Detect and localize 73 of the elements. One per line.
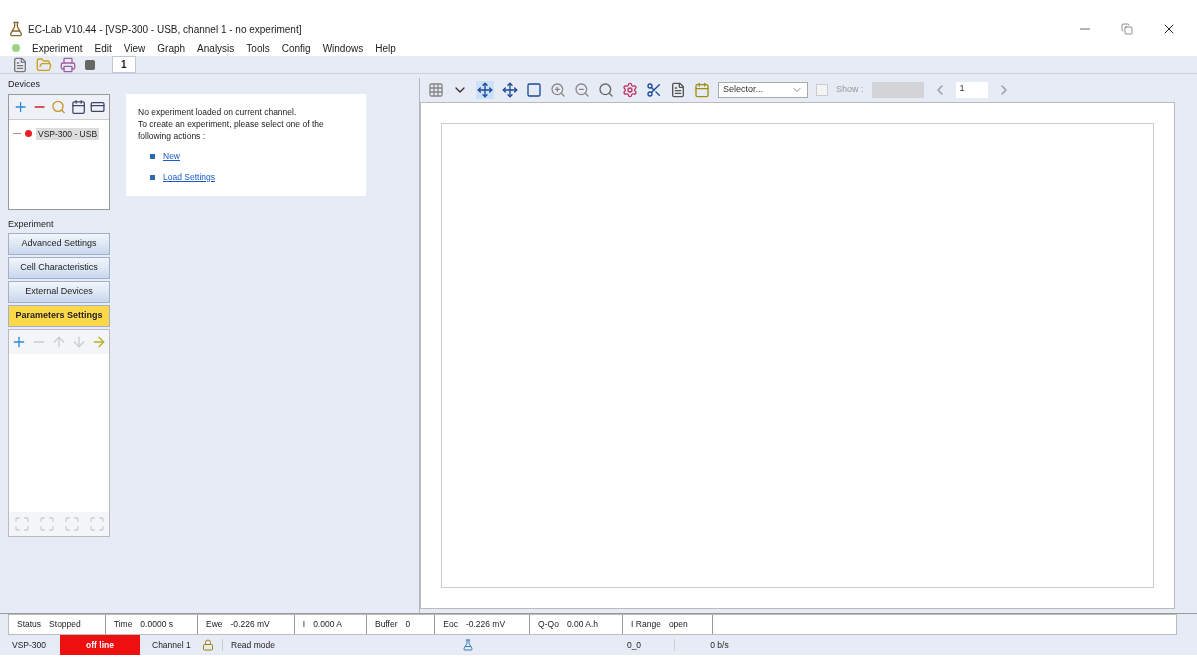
window-title: EC-Lab V10.44 - [VSP-300 - USB, channel 1 - no experiment] bbox=[28, 22, 302, 37]
menu-logo-icon bbox=[12, 44, 20, 52]
status-value: open bbox=[668, 618, 688, 631]
status-label: Buffer bbox=[374, 618, 398, 631]
status-value: Stopped bbox=[49, 618, 81, 631]
printer-icon[interactable] bbox=[60, 56, 76, 73]
menu-item[interactable]: Config bbox=[281, 40, 311, 56]
folder-icon[interactable] bbox=[36, 56, 52, 73]
status-label: Eoc bbox=[443, 618, 458, 631]
status-label: Ewe bbox=[206, 618, 223, 631]
action-link[interactable]: Load Settings bbox=[163, 170, 215, 184]
mode-label: Read mode bbox=[222, 638, 372, 652]
status-value: 0.000 A bbox=[313, 618, 342, 631]
menu-item[interactable]: Windows bbox=[322, 40, 364, 56]
show-checkbox[interactable] bbox=[816, 84, 828, 96]
select-box-icon[interactable] bbox=[526, 82, 542, 98]
zoom-icon[interactable] bbox=[598, 82, 614, 98]
down-arrow-icon[interactable] bbox=[71, 334, 87, 350]
restore-icon[interactable] bbox=[1121, 23, 1133, 35]
up-arrow-icon[interactable] bbox=[51, 334, 67, 350]
status-label: Q-Qo bbox=[538, 618, 559, 631]
menu-item[interactable]: Experiment bbox=[32, 40, 83, 56]
lock-icon bbox=[202, 639, 214, 651]
show-label: Show : bbox=[836, 83, 864, 97]
status-value: 0 bbox=[405, 618, 411, 631]
bullet-icon bbox=[150, 174, 155, 180]
stop-icon[interactable] bbox=[84, 58, 96, 71]
bullet-icon bbox=[150, 153, 155, 159]
message-text: To create an experiment, please select one of the following actions : bbox=[138, 118, 325, 142]
device-item[interactable]: VSP-300 - USB bbox=[36, 127, 100, 141]
status-label: I bbox=[302, 618, 306, 631]
grid-icon[interactable] bbox=[428, 82, 444, 98]
selector-dropdown[interactable]: Selector... bbox=[718, 82, 808, 98]
menu-item[interactable]: Edit bbox=[94, 40, 112, 56]
status-value: 0.0000 s bbox=[140, 618, 173, 631]
device-name: VSP-300 bbox=[11, 638, 48, 652]
menu-item[interactable]: Graph bbox=[157, 40, 186, 56]
document-icon[interactable] bbox=[12, 56, 28, 73]
connection-status: off line bbox=[60, 635, 140, 655]
zoom-in-icon[interactable] bbox=[550, 82, 566, 98]
section-label: Devices bbox=[8, 78, 41, 91]
add-icon[interactable] bbox=[11, 334, 27, 350]
menu-item[interactable]: Help bbox=[375, 40, 396, 56]
experiment-tab[interactable]: External Devices bbox=[8, 281, 110, 303]
tool-toggle[interactable] bbox=[476, 81, 494, 99]
section-label: Experiment bbox=[8, 217, 55, 231]
app-logo-icon bbox=[8, 21, 24, 37]
status-label: I Range bbox=[631, 618, 661, 631]
gear-icon[interactable] bbox=[622, 82, 638, 98]
flask-icon bbox=[462, 639, 474, 651]
channel-label: Channel 1 bbox=[151, 638, 192, 652]
experiment-tab[interactable]: Parameters Settings bbox=[8, 305, 110, 327]
status-value: 0.00 A.h bbox=[566, 618, 599, 631]
status-value: -0.226 mV bbox=[465, 618, 506, 631]
status-value: -0.226 mV bbox=[230, 618, 270, 631]
menu-item[interactable]: Analysis bbox=[197, 40, 235, 56]
message-text: No experiment loaded on current channel. bbox=[138, 106, 298, 118]
zoom-out-icon[interactable] bbox=[574, 82, 590, 98]
pan-icon[interactable] bbox=[502, 82, 518, 98]
document-icon[interactable] bbox=[670, 82, 686, 98]
scissors-icon[interactable] bbox=[646, 82, 662, 98]
action-link[interactable]: New bbox=[163, 150, 180, 163]
page-field[interactable]: 1 bbox=[955, 82, 988, 98]
counter-value: 0_0 bbox=[625, 638, 643, 652]
menu-item[interactable]: Tools bbox=[246, 40, 270, 56]
calendar-icon[interactable] bbox=[70, 98, 86, 115]
status-label: Time bbox=[113, 618, 133, 631]
status-label: Status bbox=[17, 618, 42, 631]
experiment-tab[interactable]: Advanced Settings bbox=[8, 233, 110, 255]
menu-item[interactable]: View bbox=[123, 40, 146, 56]
rate-value: 0 b/s bbox=[674, 638, 764, 652]
channel-tab[interactable]: 1 bbox=[112, 56, 136, 73]
experiment-tab[interactable]: Cell Characteristics bbox=[8, 257, 110, 279]
